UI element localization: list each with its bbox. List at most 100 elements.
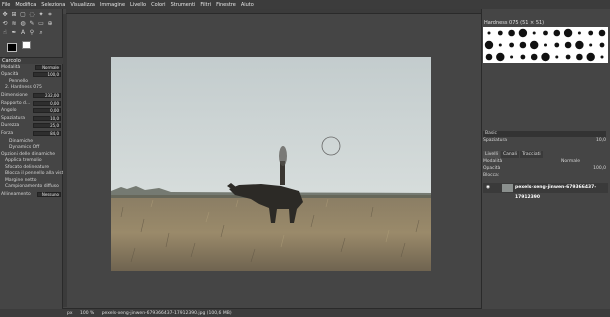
layers-opacity-value[interactable]: 100,0 [593,166,606,172]
menu-item[interactable]: Finestre [216,2,236,8]
option-checkbox[interactable]: Applica tremolio [0,158,63,164]
brush-thumb[interactable] [565,54,571,60]
brush-grid[interactable] [483,27,608,63]
color-picker-icon[interactable]: ⚲ [28,29,36,37]
brush-thumb[interactable] [518,28,528,38]
menu-item[interactable]: Modifica [15,2,36,8]
menu-item[interactable]: Strumenti [171,2,196,8]
layer-name[interactable]: pexels-xeng-jinwen-679366437-17912390 [515,183,608,203]
brush-thumb[interactable] [563,28,573,38]
brush-thumb[interactable] [577,31,581,35]
image-canvas[interactable] [111,57,431,271]
brush-thumb[interactable] [544,43,547,47]
menu-item[interactable]: Aiuto [241,2,254,8]
brush-thumb[interactable] [508,29,515,37]
param-row[interactable]: Spaziatura 10,0 [0,115,63,122]
param-row[interactable]: Rapporto d... 0,00 [0,100,63,107]
brush-thumb[interactable] [554,42,560,48]
menu-item[interactable]: Seleziona [41,2,65,8]
param-row[interactable]: Angolo 0,00 [0,108,63,114]
color-swatches[interactable] [4,39,34,57]
brush-thumb[interactable] [509,42,514,48]
param-slider[interactable]: 0,00 [33,100,61,106]
brush-thumb[interactable] [487,31,491,35]
eraser-icon[interactable]: ▭ [37,20,45,28]
brush-thumb[interactable] [543,30,548,36]
brush-thumb[interactable] [600,55,604,59]
brush-select[interactable]: 2. Hardness 075 [0,85,63,91]
alignment-select[interactable]: Nessuno [37,192,61,197]
opacity-row[interactable]: Opacità 100,0 [0,72,63,78]
option-checkbox[interactable]: Margine netto [0,178,63,184]
opacity-slider[interactable]: 100,0 [33,72,61,77]
brush-thumb[interactable] [510,55,514,59]
move-tool-icon[interactable]: ✥ [1,11,9,19]
param-row[interactable]: Durezza 25,0 [0,123,63,129]
brush-spacing-row[interactable]: Spaziatura 10,0 [483,138,608,144]
zoom-select[interactable]: 100 % [80,311,94,316]
paths-icon[interactable]: ✒ [10,29,18,37]
brush-thumb[interactable] [586,52,595,62]
zoom-icon[interactable]: ⌕ [37,29,45,37]
param-slider[interactable]: 84,0 [33,130,61,136]
brush-tag-row[interactable]: Basic [483,131,608,137]
brush-thumb[interactable] [530,53,538,61]
lasso-icon[interactable]: ◌ [28,11,36,19]
foreground-color[interactable] [7,43,17,52]
menu-item[interactable]: File [2,2,10,8]
param-row[interactable]: Forza 84,0 [0,130,63,137]
brush-thumb[interactable] [519,41,527,49]
menu-item[interactable]: Immagine [100,2,125,8]
param-slider[interactable]: 0,00 [33,108,61,113]
brush-thumb[interactable] [564,41,572,49]
rect-select-icon[interactable]: ▢ [19,11,27,19]
brush-thumb[interactable] [576,53,583,61]
brush-thumb[interactable] [598,29,606,37]
layers-tab[interactable]: Livelli [483,151,500,158]
fuzzy-select-icon[interactable]: ✦ [37,11,45,19]
layers-tab[interactable]: Tracciati [519,151,543,158]
brush-thumb[interactable] [555,55,559,59]
param-slider[interactable]: 232,00 [33,93,61,98]
brush-thumb[interactable] [498,43,502,47]
brush-thumb[interactable] [497,30,503,36]
option-checkbox[interactable]: Blocca il pennello alla vista [0,171,66,177]
alignment-row[interactable]: Allineamento Nessuno [0,192,63,198]
brush-thumb[interactable] [575,40,584,50]
option-checkbox[interactable]: Sfocato delineature [0,165,63,171]
layers-opacity-row[interactable]: Opacità 100,0 [483,166,608,172]
crop-icon[interactable]: ⌗ [46,11,54,19]
brush-thumb[interactable] [520,54,526,60]
dynamics-select[interactable]: Dynamics Off [0,145,63,151]
layers-mode-row[interactable]: Modalità Normale [483,159,608,165]
brush-thumb[interactable] [588,30,594,36]
paintbrush-icon[interactable]: ✎ [28,20,36,28]
brush-thumbnails[interactable] [483,27,608,63]
brush-thumb[interactable] [553,29,561,37]
transform-icon[interactable]: ⟲ [1,20,9,28]
eye-icon[interactable]: ◉ [486,183,490,193]
clone-icon[interactable]: ⊕ [46,20,54,28]
option-checkbox[interactable]: Campionamento diffuso [0,184,63,190]
menu-item[interactable]: Colori [151,2,165,8]
param-slider[interactable]: 10,0 [33,115,61,121]
param-row[interactable]: Dimensione 232,00 [0,93,63,99]
bucket-icon[interactable]: ◍ [19,20,27,28]
smudge-icon[interactable]: ☝ [1,29,9,37]
warp-icon[interactable]: ≋ [10,20,18,28]
layers-mode-select[interactable]: Normale [561,159,580,165]
menu-item[interactable]: Livello [130,2,146,8]
align-tool-icon[interactable]: ⊞ [10,11,18,19]
brush-thumb[interactable] [599,42,605,48]
background-color[interactable] [22,41,31,49]
brush-thumb[interactable] [541,52,550,62]
brush-thumb[interactable] [485,53,493,61]
unit-select[interactable]: px [67,311,73,316]
text-icon[interactable]: A [19,29,27,37]
brush-thumb[interactable] [532,31,536,35]
brush-thumb[interactable] [496,52,505,62]
mode-row[interactable]: Modalità Normale [0,65,63,71]
menu-item[interactable]: Visualizza [70,2,95,8]
brush-thumb[interactable] [530,40,539,50]
param-slider[interactable]: 25,0 [33,123,61,128]
